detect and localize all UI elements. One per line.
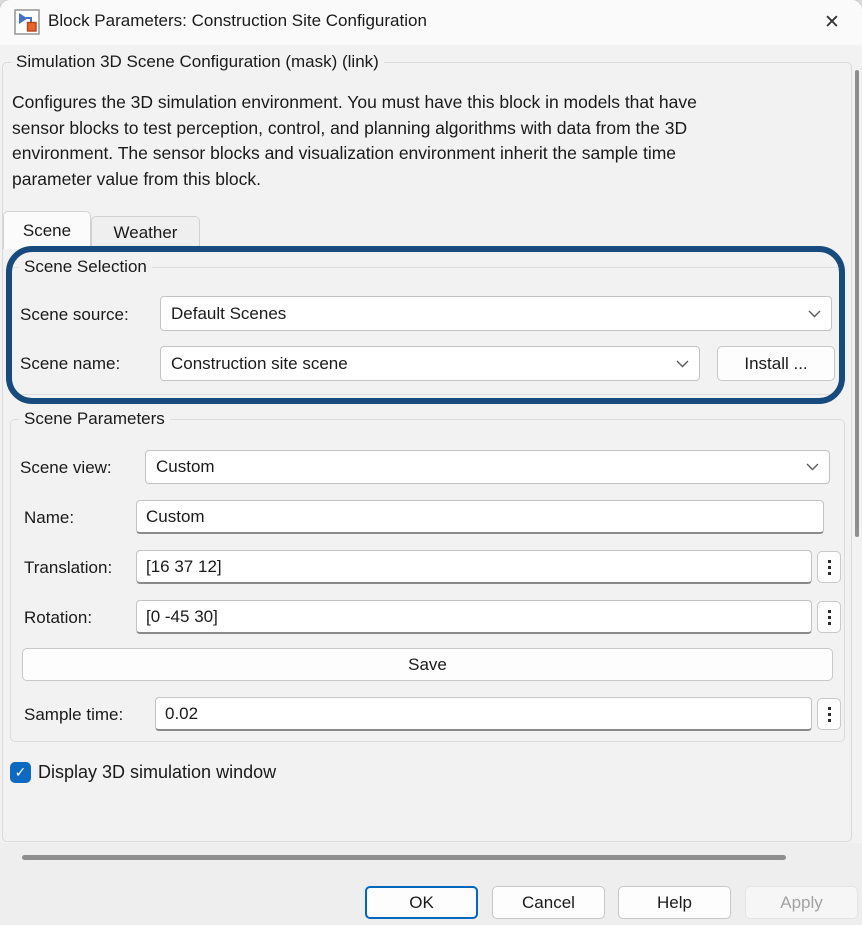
scene-name-label: Scene name:: [20, 354, 120, 374]
scene-selection-legend: Scene Selection: [19, 257, 152, 277]
simulink-block-icon: [14, 9, 40, 35]
kebab-icon: [828, 707, 831, 722]
scene-name-dropdown[interactable]: Construction site scene: [160, 346, 700, 381]
kebab-icon: [828, 560, 831, 575]
scene-source-label: Scene source:: [20, 305, 129, 325]
close-icon[interactable]: ✕: [810, 2, 854, 42]
scene-view-dropdown[interactable]: Custom: [145, 450, 830, 484]
scene-source-dropdown[interactable]: Default Scenes: [160, 296, 832, 331]
sample-time-options-button[interactable]: [817, 698, 841, 730]
scene-view-label: Scene view:: [20, 458, 112, 478]
save-button[interactable]: Save: [22, 648, 833, 681]
sample-time-input[interactable]: [155, 697, 812, 731]
title-bar: Block Parameters: Construction Site Conf…: [0, 0, 862, 45]
block-description: Configures the 3D simulation environment…: [12, 90, 832, 192]
cancel-button[interactable]: Cancel: [492, 886, 605, 919]
display-3d-window-checkbox[interactable]: ✓: [10, 762, 31, 783]
chevron-down-icon: [808, 310, 821, 318]
rotation-options-button[interactable]: [817, 601, 841, 633]
display-3d-window-label: Display 3D simulation window: [38, 762, 276, 783]
translation-input[interactable]: [136, 550, 812, 584]
horizontal-scrollbar-thumb[interactable]: [22, 855, 786, 860]
block-parameters-dialog: Block Parameters: Construction Site Conf…: [0, 0, 862, 925]
mask-group-legend: Simulation 3D Scene Configuration (mask)…: [11, 52, 384, 72]
tab-scene[interactable]: Scene: [3, 211, 91, 249]
translation-options-button[interactable]: [817, 551, 841, 583]
translation-label: Translation:: [24, 558, 112, 578]
chevron-down-icon: [806, 463, 819, 471]
window-title: Block Parameters: Construction Site Conf…: [48, 11, 427, 31]
name-input[interactable]: [136, 500, 824, 534]
check-icon: ✓: [15, 764, 27, 781]
install-button[interactable]: Install ...: [717, 346, 835, 381]
tab-weather[interactable]: Weather: [91, 216, 200, 249]
rotation-input[interactable]: [136, 600, 812, 634]
name-label: Name:: [24, 508, 74, 528]
help-button[interactable]: Help: [618, 886, 731, 919]
rotation-label: Rotation:: [24, 608, 92, 628]
chevron-down-icon: [676, 360, 689, 368]
ok-button[interactable]: OK: [365, 886, 478, 919]
kebab-icon: [828, 610, 831, 625]
apply-button: Apply: [745, 886, 858, 919]
vertical-scrollbar-thumb[interactable]: [855, 70, 859, 537]
sample-time-label: Sample time:: [24, 705, 123, 725]
scene-parameters-legend: Scene Parameters: [19, 409, 170, 429]
